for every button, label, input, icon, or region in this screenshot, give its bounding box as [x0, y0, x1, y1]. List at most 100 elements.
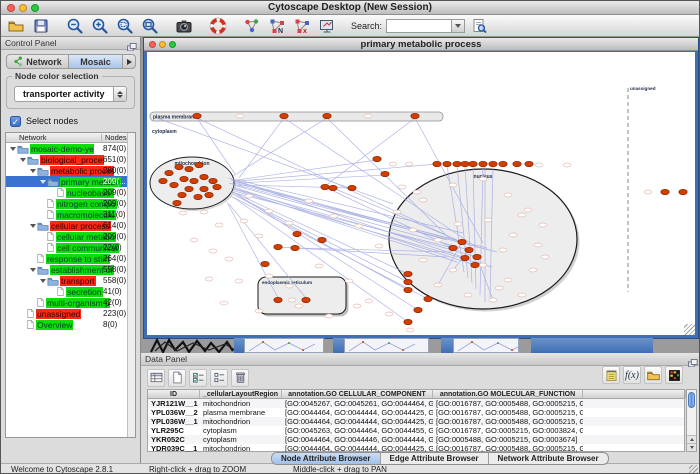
table-row[interactable]: YKR052Ccytoplasm[GO:0044464, GO:0044446,…	[148, 435, 684, 444]
network-node[interactable]	[318, 237, 326, 242]
create-network-icon[interactable]: N	[267, 16, 287, 36]
tree-row-nucleobase-[interactable]: nucleobase-209(0)	[6, 187, 127, 198]
table-row[interactable]: YLR295Ccytoplasm[GO:0045263, GO:0044464,…	[148, 426, 684, 435]
network-node[interactable]	[280, 113, 288, 118]
heatmap-icon[interactable]	[665, 366, 683, 384]
network-node[interactable]	[159, 178, 167, 183]
tree-scrollbar[interactable]	[127, 133, 135, 437]
table-scrollbar[interactable]	[686, 389, 697, 452]
create-attribute-icon[interactable]	[168, 369, 186, 387]
tab-node-attribute-browser[interactable]: Node Attribute Browser	[272, 453, 380, 464]
background-window-edge[interactable]	[234, 338, 244, 353]
network-node[interactable]	[443, 161, 451, 166]
network-node[interactable]	[453, 161, 461, 166]
table-row[interactable]: YJR121W__1mitochondrion[GO:0045267, GO:0…	[148, 399, 684, 408]
network-node[interactable]	[499, 161, 507, 166]
tree-row-cellular-process[interactable]: cellular process614(0)	[6, 220, 127, 231]
network-node[interactable]	[433, 161, 441, 166]
network-node[interactable]	[471, 262, 479, 267]
network-node[interactable]	[293, 231, 301, 236]
network-node[interactable]	[194, 194, 202, 199]
tree-row-response-to-stimul[interactable]: response to stimul264(0)	[6, 253, 127, 264]
zoom-fit-icon[interactable]	[140, 16, 160, 36]
tree-row-primary-metabo[interactable]: primary metabo209(...	[6, 176, 127, 187]
network-node[interactable]	[195, 162, 203, 167]
more-tabs-icon[interactable]	[122, 55, 135, 68]
zoom-out-icon[interactable]	[65, 16, 85, 36]
network-node[interactable]	[373, 156, 381, 161]
network-node[interactable]	[525, 161, 533, 166]
import-attributes-icon[interactable]	[602, 366, 620, 384]
background-window-edge[interactable]	[441, 338, 453, 353]
expand-triangle-icon[interactable]	[9, 147, 17, 151]
tree-row-multi-organism-pro[interactable]: multi-organism pro42(0)	[6, 297, 127, 308]
table-row[interactable]: YPL036W__2plasma membrane[GO:0044464, GO…	[148, 408, 684, 417]
select-nodes-checkbox[interactable]: ✓	[10, 116, 21, 127]
destroy-network-icon[interactable]: x	[292, 16, 312, 36]
tree-row-overview[interactable]: Overview8(0)	[6, 319, 127, 330]
select-attributes-icon[interactable]	[147, 369, 165, 387]
network-node[interactable]	[424, 296, 432, 301]
network-node[interactable]	[173, 200, 181, 205]
column-header[interactable]: _cellularLayoutRegion	[200, 390, 282, 398]
save-icon[interactable]	[31, 16, 51, 36]
advanced-search-icon[interactable]	[469, 16, 489, 36]
network-node[interactable]	[213, 184, 221, 189]
tree-row-establishment-of-lo[interactable]: establishment of lo558(0)	[6, 264, 127, 275]
expand-triangle-icon[interactable]	[29, 268, 37, 272]
network-node[interactable]	[209, 178, 217, 183]
tree-row-cellular-metabo[interactable]: cellular metabo209(0)	[6, 231, 127, 242]
network-node[interactable]	[200, 186, 208, 191]
network-node[interactable]	[461, 161, 469, 166]
column-header[interactable]: annotation.GO MOLECULAR_FUNCTION	[433, 390, 583, 398]
tree-row-nitrogen-compo[interactable]: nitrogen compo209(0)	[6, 198, 127, 209]
open-attributes-icon[interactable]	[644, 366, 662, 384]
tree-row-mosaic-demo-yeast[interactable]: mosaic-demo-yeast874(0)	[6, 143, 127, 154]
network-node[interactable]	[185, 166, 193, 171]
network-node[interactable]	[329, 185, 337, 190]
app-resize-grip[interactable]	[689, 465, 698, 474]
background-window-edge[interactable]	[531, 338, 653, 353]
network-node[interactable]	[458, 239, 466, 244]
node-color-select[interactable]: transporter activity	[14, 86, 127, 102]
network-node[interactable]	[404, 271, 412, 276]
table-scrollbar-thumb[interactable]	[688, 392, 695, 408]
expand-triangle-icon[interactable]	[29, 224, 37, 228]
column-header[interactable]: annotation.GO CELLULAR_COMPONENT	[282, 390, 433, 398]
search-input[interactable]	[386, 19, 452, 33]
network-node[interactable]	[321, 184, 329, 189]
network-node[interactable]	[274, 297, 282, 302]
network-node[interactable]	[348, 185, 356, 190]
expand-triangle-icon[interactable]	[39, 279, 47, 283]
network-node[interactable]	[185, 186, 193, 191]
network-node[interactable]	[205, 192, 213, 197]
attribute-checklist-icon[interactable]	[189, 369, 207, 387]
network-node[interactable]	[170, 182, 178, 187]
column-header[interactable]: ID	[148, 390, 200, 398]
network-node[interactable]	[679, 189, 687, 194]
network-node[interactable]	[449, 245, 457, 250]
network-node[interactable]	[404, 279, 412, 284]
search-dropdown-icon[interactable]	[452, 19, 465, 33]
network-node[interactable]	[661, 189, 669, 194]
attribute-batch-icon[interactable]	[210, 369, 228, 387]
network-node[interactable]	[178, 192, 186, 197]
network-node[interactable]	[479, 161, 487, 166]
network-node[interactable]	[302, 297, 310, 302]
expand-triangle-icon[interactable]	[19, 158, 27, 162]
network-node[interactable]	[261, 261, 269, 266]
network-node[interactable]	[414, 307, 422, 312]
tree-row-biological-process[interactable]: biological_process651(0)	[6, 154, 127, 165]
zoom-in-icon[interactable]	[90, 16, 110, 36]
table-row[interactable]: YPL036W__1mitochondrion[GO:0044464, GO:0…	[148, 417, 684, 426]
tree-row-macromolecule[interactable]: macromolecule311(0)	[6, 209, 127, 220]
network-node[interactable]	[323, 113, 331, 118]
network-node[interactable]	[193, 113, 201, 118]
network-node[interactable]	[461, 255, 469, 260]
tree-row-metabolic-process[interactable]: metabolic process280(0)	[6, 165, 127, 176]
network-node[interactable]	[469, 161, 477, 166]
zoom-selected-icon[interactable]	[115, 16, 135, 36]
network-node[interactable]	[404, 287, 412, 292]
network-canvas[interactable]: plasma membranecytoplasmmitochondrionnuc…	[147, 52, 695, 336]
network-node[interactable]	[200, 174, 208, 179]
